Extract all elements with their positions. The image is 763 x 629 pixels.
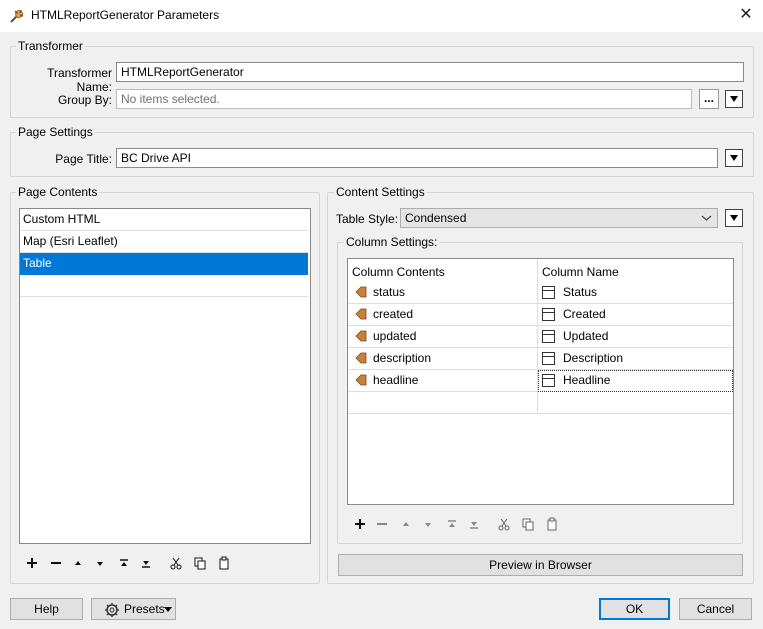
move-down-icon[interactable] <box>92 555 108 571</box>
table-row-name[interactable]: Headline <box>538 370 733 392</box>
attribute-icon <box>355 374 367 386</box>
move-down-icon[interactable] <box>420 516 436 532</box>
cut-icon[interactable] <box>168 555 184 571</box>
copy-icon[interactable] <box>520 516 536 532</box>
list-item-empty <box>20 275 308 297</box>
presets-button[interactable]: Presets <box>91 598 176 620</box>
chevron-down-icon <box>701 215 712 221</box>
group-by-input[interactable]: No items selected. <box>116 89 692 109</box>
window-title: HTMLReportGenerator Parameters <box>31 8 220 22</box>
page-title-menu-button[interactable] <box>725 149 743 167</box>
plus-icon[interactable] <box>24 555 40 571</box>
table-row-name[interactable]: Description <box>538 348 733 370</box>
page-title-label: Page Title: <box>55 152 112 166</box>
page-contents-toolbar <box>24 555 234 571</box>
column-settings-group-label: Column Settings: <box>344 235 440 249</box>
attribute-icon <box>355 308 367 320</box>
preview-in-browser-button[interactable]: Preview in Browser <box>338 554 743 576</box>
attribute-icon <box>355 330 367 342</box>
group-by-menu-button[interactable] <box>725 90 743 108</box>
text-field-icon <box>542 352 555 365</box>
column-settings-table[interactable]: Column Contents Column Name status Statu… <box>347 258 734 505</box>
column-name-cell[interactable]: Headline <box>563 370 610 391</box>
group-by-label: Group By: <box>57 93 112 107</box>
table-row-name[interactable]: Updated <box>538 326 733 348</box>
group-by-browse-button[interactable]: ... <box>699 89 719 109</box>
column-contents-cell[interactable]: updated <box>373 326 416 347</box>
text-field-icon <box>542 286 555 299</box>
column-name-cell[interactable]: Created <box>563 304 606 325</box>
paste-icon[interactable] <box>544 516 560 532</box>
help-button[interactable]: Help <box>10 598 83 620</box>
column-name-cell[interactable]: Updated <box>563 326 608 347</box>
presets-gear-icon <box>105 603 119 617</box>
move-to-top-icon[interactable] <box>116 555 132 571</box>
table-row-name[interactable]: Created <box>538 304 733 326</box>
presets-label: Presets <box>124 602 165 616</box>
text-field-icon <box>542 374 555 387</box>
table-row[interactable]: status <box>348 282 538 304</box>
attribute-icon <box>355 352 367 364</box>
ok-button[interactable]: OK <box>599 598 670 620</box>
list-item-map[interactable]: Map (Esri Leaflet) <box>20 231 308 253</box>
title-bar: HTMLReportGenerator Parameters ✕ <box>0 0 763 32</box>
table-row[interactable]: description <box>348 348 538 370</box>
table-row-name[interactable]: Status <box>538 282 733 304</box>
transformer-group-label: Transformer <box>16 39 85 53</box>
column-settings-toolbar <box>352 516 562 532</box>
table-row[interactable]: updated <box>348 326 538 348</box>
plus-icon[interactable] <box>352 516 368 532</box>
text-field-icon <box>542 308 555 321</box>
page-settings-group-label: Page Settings <box>16 125 95 139</box>
transformer-name-label: Transformer Name: <box>47 66 112 94</box>
column-contents-cell[interactable]: headline <box>373 370 418 391</box>
column-name-cell[interactable]: Description <box>563 348 623 369</box>
table-style-label: Table Style: <box>336 212 399 226</box>
column-name-cell[interactable]: Status <box>563 282 597 303</box>
column-name-header: Column Name <box>542 265 619 279</box>
page-contents-list[interactable]: Custom HTML Map (Esri Leaflet) Table <box>19 208 311 544</box>
column-contents-cell[interactable]: status <box>373 282 405 303</box>
move-up-icon[interactable] <box>70 555 86 571</box>
cancel-button[interactable]: Cancel <box>679 598 752 620</box>
paste-icon[interactable] <box>216 555 232 571</box>
fme-transformer-icon <box>10 9 24 23</box>
caret-down-icon <box>164 607 172 612</box>
table-style-value: Condensed <box>405 211 467 225</box>
cut-icon[interactable] <box>496 516 512 532</box>
column-contents-cell[interactable]: description <box>373 348 431 369</box>
list-item-table[interactable]: Table <box>20 253 308 275</box>
attribute-icon <box>355 286 367 298</box>
content-settings-group-label: Content Settings <box>334 185 427 199</box>
page-contents-group-label: Page Contents <box>16 185 100 199</box>
minus-icon[interactable] <box>374 516 390 532</box>
move-up-icon[interactable] <box>398 516 414 532</box>
table-style-select[interactable]: Condensed <box>400 208 718 228</box>
move-to-top-icon[interactable] <box>444 516 460 532</box>
transformer-name-input[interactable]: HTMLReportGenerator <box>116 62 744 82</box>
move-to-bottom-icon[interactable] <box>138 555 154 571</box>
page-title-input[interactable]: BC Drive API <box>116 148 718 168</box>
close-icon[interactable]: ✕ <box>736 5 756 25</box>
column-contents-cell[interactable]: created <box>373 304 413 325</box>
column-contents-header: Column Contents <box>352 265 445 279</box>
minus-icon[interactable] <box>48 555 64 571</box>
table-row[interactable]: headline <box>348 370 538 392</box>
list-item-custom-html[interactable]: Custom HTML <box>20 209 308 231</box>
move-to-bottom-icon[interactable] <box>466 516 482 532</box>
table-row-empty <box>348 392 733 414</box>
table-row[interactable]: created <box>348 304 538 326</box>
text-field-icon <box>542 330 555 343</box>
table-style-menu-button[interactable] <box>725 209 743 227</box>
copy-icon[interactable] <box>192 555 208 571</box>
